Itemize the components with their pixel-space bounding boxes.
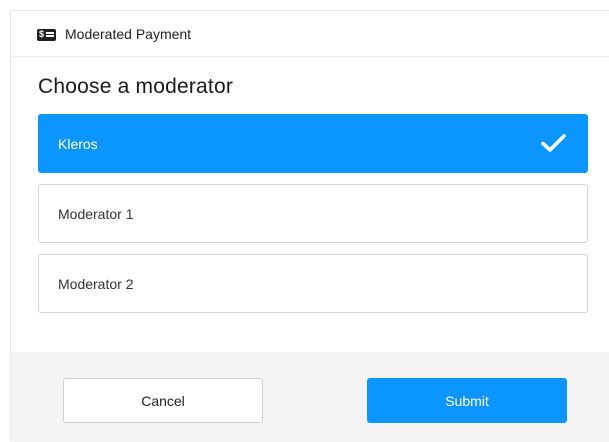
checkmark-icon (541, 134, 566, 152)
payment-card-icon: $ (37, 29, 56, 41)
dialog-footer: Cancel Submit (11, 352, 609, 442)
moderator-option-2[interactable]: Moderator 2 (38, 254, 588, 313)
moderator-option-label: Kleros (58, 136, 98, 152)
moderator-option-1[interactable]: Moderator 1 (38, 184, 588, 243)
cancel-button[interactable]: Cancel (63, 378, 263, 423)
moderator-option-label: Moderator 2 (58, 276, 134, 292)
dialog-title: Moderated Payment (65, 26, 192, 42)
moderator-option-label: Moderator 1 (58, 206, 134, 222)
page-title: Choose a moderator (38, 75, 234, 98)
submit-button[interactable]: Submit (367, 378, 567, 423)
moderated-payment-dialog: $ Moderated Payment Choose a moderator K… (10, 10, 609, 442)
moderator-option-kleros[interactable]: Kleros (38, 114, 588, 173)
dialog-header: $ Moderated Payment (11, 11, 609, 57)
